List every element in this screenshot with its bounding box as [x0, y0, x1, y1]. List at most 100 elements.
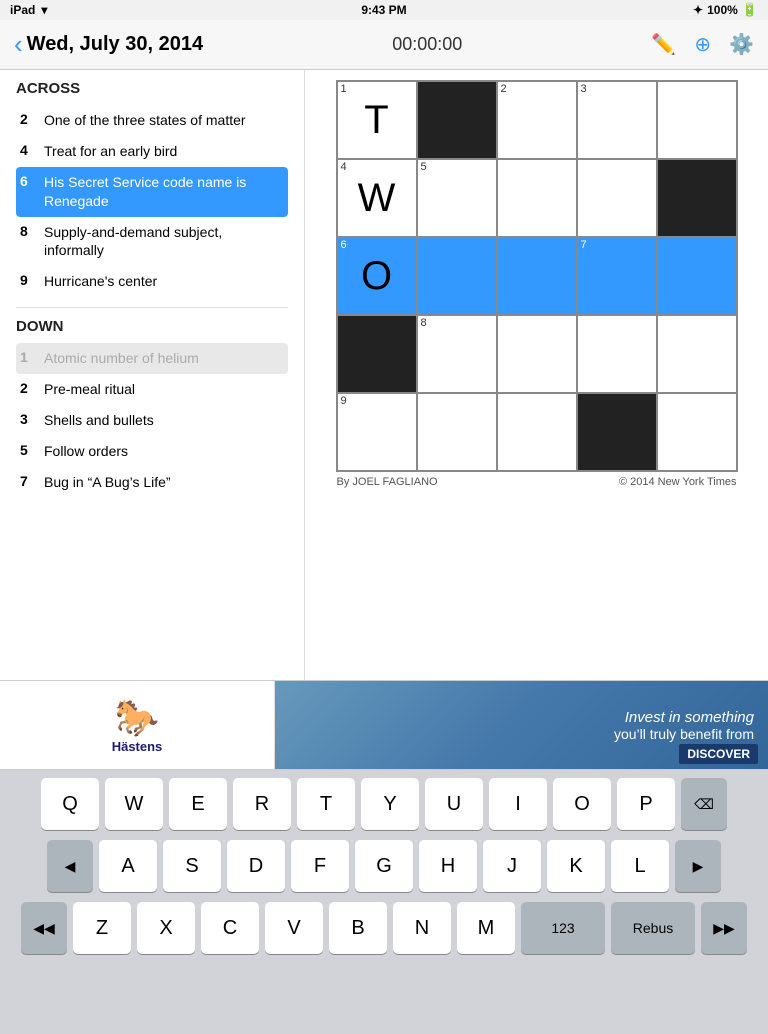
cell-3-1[interactable]: 6 O [337, 237, 417, 315]
key-Q[interactable]: Q [41, 778, 99, 830]
key-K[interactable]: K [547, 840, 605, 892]
key-rebus[interactable]: Rebus [611, 902, 695, 954]
time-display: 9:43 PM [361, 3, 406, 17]
cell-1-3[interactable]: 2 [497, 81, 577, 159]
key-L[interactable]: L [611, 840, 669, 892]
ad-horse-icon: 🐎 [115, 697, 160, 739]
clue-across-6[interactable]: 6 His Secret Service code name is Renega… [16, 167, 288, 217]
key-P[interactable]: P [617, 778, 675, 830]
keyboard: Q W E R T Y U I O P ⌫ ◀ A S D F G H J K … [0, 770, 768, 1034]
cell-1-2 [417, 81, 497, 159]
across-title: ACROSS [16, 80, 288, 97]
key-U[interactable]: U [425, 778, 483, 830]
clue-down-7[interactable]: 7 Bug in “A Bug’s Life” [16, 467, 288, 498]
keyboard-row-3: ◀◀ Z X C V B N M 123 Rebus ▶▶ [4, 902, 764, 954]
key-D[interactable]: D [227, 840, 285, 892]
main-content: ACROSS 2 One of the three states of matt… [0, 70, 768, 680]
key-Z[interactable]: Z [73, 902, 131, 954]
clue-across-8[interactable]: 8 Supply-and-demand subject, informally [16, 217, 288, 267]
clue-across-9[interactable]: 9 Hurricane's center [16, 266, 288, 297]
settings-icon[interactable]: ⚙️ [729, 32, 754, 57]
cell-5-5[interactable] [657, 393, 737, 471]
key-T[interactable]: T [297, 778, 355, 830]
key-A[interactable]: A [99, 840, 157, 892]
cell-4-2[interactable]: 8 [417, 315, 497, 393]
key-right-arrow[interactable]: ▶ [675, 840, 721, 892]
cell-2-2[interactable]: 5 [417, 159, 497, 237]
cell-3-4[interactable]: 7 [577, 237, 657, 315]
ad-banner[interactable]: 🐎 Hästens Invest in something you’ll tru… [0, 680, 768, 770]
key-delete[interactable]: ⌫ [681, 778, 727, 830]
ad-logo-section: 🐎 Hästens [0, 680, 275, 770]
keyboard-row-1: Q W E R T Y U I O P ⌫ [4, 778, 764, 830]
key-G[interactable]: G [355, 840, 413, 892]
ad-italic-text: Invest in something [614, 709, 754, 726]
key-W[interactable]: W [105, 778, 163, 830]
bluetooth-icon: ✦ [693, 3, 703, 17]
key-F[interactable]: F [291, 840, 349, 892]
clue-down-3[interactable]: 3 Shells and bullets [16, 405, 288, 436]
grid-credit: By JOEL FAGLIANO © 2014 New York Times [337, 476, 737, 488]
cell-5-4 [577, 393, 657, 471]
cell-1-5[interactable] [657, 81, 737, 159]
status-bar: iPad ▾ 9:43 PM ✦ 100% 🔋 [0, 0, 768, 20]
cell-5-3[interactable] [497, 393, 577, 471]
battery-icon: 🔋 [742, 2, 758, 18]
cell-1-4[interactable]: 3 [577, 81, 657, 159]
cell-2-1[interactable]: 4 W [337, 159, 417, 237]
back-button[interactable]: ‹ Wed, July 30, 2014 [14, 29, 203, 60]
nav-title: Wed, July 30, 2014 [27, 33, 203, 56]
cell-2-4[interactable] [577, 159, 657, 237]
key-double-left-arrow[interactable]: ◀◀ [21, 902, 67, 954]
cell-3-2[interactable] [417, 237, 497, 315]
key-V[interactable]: V [265, 902, 323, 954]
clue-down-1[interactable]: 1 Atomic number of helium [16, 343, 288, 374]
nav-bar: ‹ Wed, July 30, 2014 00:00:00 ✏️ ⊕ ⚙️ [0, 20, 768, 70]
key-I[interactable]: I [489, 778, 547, 830]
ad-discover-button[interactable]: DISCOVER [679, 744, 758, 764]
cell-4-3[interactable] [497, 315, 577, 393]
key-double-right-arrow[interactable]: ▶▶ [701, 902, 747, 954]
ad-brand-name: Hästens [112, 739, 163, 754]
cell-4-4[interactable] [577, 315, 657, 393]
edit-icon[interactable]: ✏️ [651, 32, 676, 57]
clues-divider [16, 307, 288, 308]
clue-down-5[interactable]: 5 Follow orders [16, 436, 288, 467]
cell-2-3[interactable] [497, 159, 577, 237]
clue-across-2[interactable]: 2 One of the three states of matter [16, 105, 288, 136]
key-J[interactable]: J [483, 840, 541, 892]
cell-4-1 [337, 315, 417, 393]
ad-content-section[interactable]: Invest in something you’ll truly benefit… [275, 680, 768, 770]
crossword-grid[interactable]: 1 T 2 3 4 W 5 6 [336, 80, 738, 472]
clue-across-4[interactable]: 4 Treat for an early bird [16, 136, 288, 167]
down-title: DOWN [16, 318, 288, 335]
help-icon[interactable]: ⊕ [694, 32, 711, 57]
ad-normal-text: you’ll truly benefit from [614, 726, 754, 742]
key-left-arrow[interactable]: ◀ [47, 840, 93, 892]
key-X[interactable]: X [137, 902, 195, 954]
key-O[interactable]: O [553, 778, 611, 830]
cell-5-2[interactable] [417, 393, 497, 471]
cell-2-5 [657, 159, 737, 237]
ipad-label: iPad [10, 3, 35, 17]
key-C[interactable]: C [201, 902, 259, 954]
cell-4-5[interactable] [657, 315, 737, 393]
key-S[interactable]: S [163, 840, 221, 892]
key-B[interactable]: B [329, 902, 387, 954]
cell-3-3[interactable] [497, 237, 577, 315]
key-R[interactable]: R [233, 778, 291, 830]
key-M[interactable]: M [457, 902, 515, 954]
key-123[interactable]: 123 [521, 902, 605, 954]
cell-3-5[interactable] [657, 237, 737, 315]
key-E[interactable]: E [169, 778, 227, 830]
keyboard-row-2: ◀ A S D F G H J K L ▶ [4, 840, 764, 892]
key-N[interactable]: N [393, 902, 451, 954]
back-chevron-icon: ‹ [14, 29, 23, 60]
cell-5-1[interactable]: 9 [337, 393, 417, 471]
cell-1-1[interactable]: 1 T [337, 81, 417, 159]
grid-panel: 1 T 2 3 4 W 5 6 [305, 70, 768, 680]
key-H[interactable]: H [419, 840, 477, 892]
clue-down-2[interactable]: 2 Pre-meal ritual [16, 374, 288, 405]
key-Y[interactable]: Y [361, 778, 419, 830]
ad-text-block: Invest in something you’ll truly benefit… [614, 709, 754, 742]
